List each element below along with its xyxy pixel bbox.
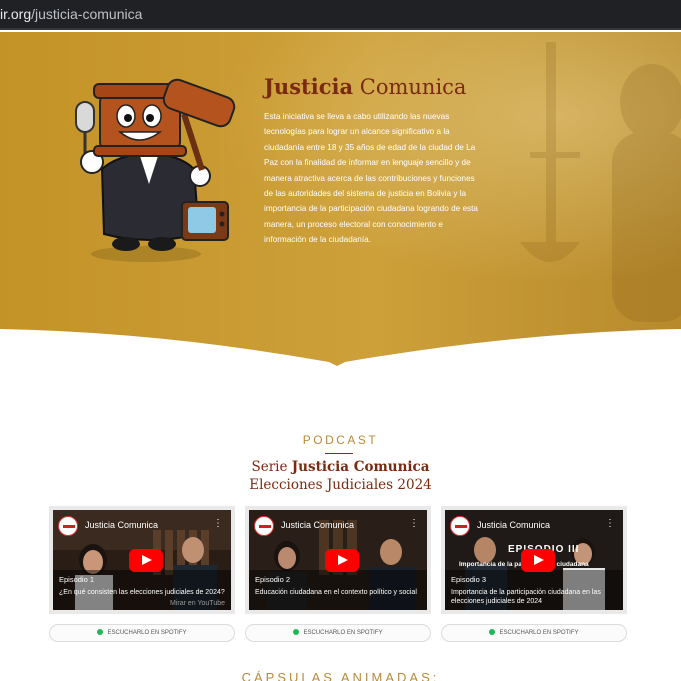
podcast-label: PODCAST [302,433,379,447]
browser-address-bar[interactable]: ir.org/justicia-comunica [0,0,681,30]
more-options-icon[interactable]: ⋮ [605,518,615,529]
spotify-icon [489,629,496,635]
video-channel-title[interactable]: Justicia Comunica [85,520,158,530]
video-embed[interactable]: Justicia Comunica ⋮ EPISODIO III Importa… [445,510,623,610]
spotify-button[interactable]: ESCUCHARLO EN SPOTIFY [49,624,235,642]
channel-logo[interactable] [58,516,78,536]
hero-title-light: Comunica [359,75,467,99]
episode-card: Justicia Comunica ⋮ Episodio 1 ¿En qué c… [49,506,235,614]
hero-description: Esta iniciativa se lleva a cabo utilizan… [264,112,478,245]
play-button-icon[interactable] [129,549,163,572]
more-options-icon[interactable]: ⋮ [409,518,419,529]
spotify-button[interactable]: ESCUCHARLO EN SPOTIFY [245,624,431,642]
spotify-label: ESCUCHARLO EN SPOTIFY [303,630,383,636]
url-path: /justicia-comunica [31,6,143,22]
episode-number: Episodio 3 [451,575,487,584]
podcast-divider [325,453,353,454]
spotify-icon [293,629,300,635]
series-subtitle: Elecciones Judiciales 2024 [249,477,432,493]
channel-logo[interactable] [254,516,274,536]
series-title: Serie Justicia Comunica [0,458,681,476]
episode-number: Episodio 2 [255,575,291,584]
episode-title: ¿En qué consisten las elecciones judicia… [59,589,225,596]
hero-title: Justicia Comunica [264,74,466,99]
play-button-icon[interactable] [325,549,359,572]
url-text[interactable]: ir.org/justicia-comunica [0,6,142,22]
play-button-icon[interactable] [521,549,555,572]
series-name: Justicia Comunica [291,459,430,475]
episode-title: Educación ciudadana en el contexto polít… [255,589,417,596]
episode-title: Importancia de la participación ciudadan… [451,589,601,605]
series-prefix: Serie [251,459,288,475]
episode-number: Episodio 1 [59,575,95,584]
video-channel-title[interactable]: Justicia Comunica [281,520,354,530]
page: ir.org/justicia-comunica Justicia Comuni… [0,0,681,681]
spotify-icon [97,629,104,635]
episode-card: Justicia Comunica ⋮ EPISODIO III Importa… [441,506,627,614]
watch-on-youtube-link[interactable]: Mirar en YouTube [170,600,225,607]
video-embed[interactable]: Justicia Comunica ⋮ Episodio 1 ¿En qué c… [53,510,231,610]
url-domain: ir.org [0,6,32,22]
spotify-label: ESCUCHARLO EN SPOTIFY [499,630,579,636]
hero-title-bold: Justicia [264,74,354,99]
spotify-button[interactable]: ESCUCHARLO EN SPOTIFY [441,624,627,642]
capsulas-heading: CÁPSULAS ANIMADAS: [241,670,440,681]
channel-logo[interactable] [450,516,470,536]
video-embed[interactable]: Justicia Comunica ⋮ Episodio 2 Educación… [249,510,427,610]
hero-section: Justicia Comunica Esta iniciativa se lle… [0,32,681,368]
spotify-label: ESCUCHARLO EN SPOTIFY [107,630,187,636]
video-channel-title[interactable]: Justicia Comunica [477,520,550,530]
episode-card: Justicia Comunica ⋮ Episodio 2 Educación… [245,506,431,614]
more-options-icon[interactable]: ⋮ [213,518,223,529]
gavel-mascot-illustration [75,78,236,262]
